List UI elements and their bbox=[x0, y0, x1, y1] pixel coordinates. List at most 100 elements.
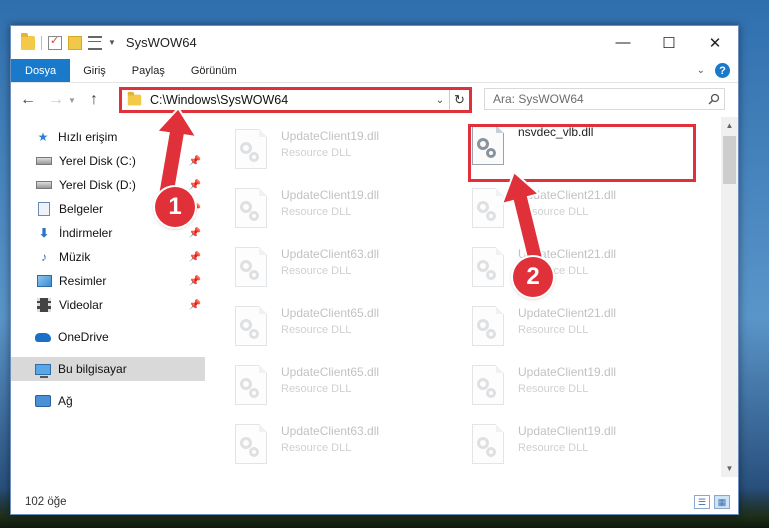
refresh-button[interactable]: ↻ bbox=[449, 90, 469, 110]
file-item[interactable]: UpdateClient19.dll Resource DLL bbox=[225, 123, 445, 181]
file-type: Resource DLL bbox=[281, 147, 352, 159]
dll-file-icon bbox=[235, 129, 267, 169]
sidebar-item-label: Yerel Disk (D:) bbox=[59, 178, 136, 192]
new-folder-icon[interactable] bbox=[68, 35, 82, 50]
sidebar-item-label: Hızlı erişim bbox=[58, 130, 118, 144]
dll-file-icon bbox=[235, 188, 267, 228]
scroll-thumb[interactable] bbox=[723, 136, 736, 184]
pin-icon[interactable]: 📌 bbox=[189, 252, 201, 263]
star-icon: ★ bbox=[37, 130, 49, 144]
file-type: Resource DLL bbox=[281, 383, 352, 395]
disk-icon bbox=[36, 154, 52, 168]
folder-icon bbox=[21, 32, 35, 50]
search-input[interactable]: Ara: SysWOW64 bbox=[485, 92, 704, 106]
sidebar-item-label: Yerel Disk (C:) bbox=[59, 154, 136, 168]
onedrive-icon bbox=[35, 330, 51, 344]
file-name: UpdateClient19.dll bbox=[281, 129, 380, 143]
search-icon[interactable] bbox=[704, 93, 724, 105]
file-type: Resource DLL bbox=[281, 324, 352, 336]
tiles-view-icon[interactable]: ▦ bbox=[714, 495, 730, 509]
dll-file-icon bbox=[472, 306, 504, 346]
sidebar-item-this-pc[interactable]: Bu bilgisayar bbox=[11, 357, 205, 381]
vertical-scrollbar[interactable]: ▲ ▼ bbox=[721, 117, 738, 477]
sidebar-item-label: Bu bilgisayar bbox=[58, 362, 127, 376]
dll-file-icon bbox=[235, 306, 267, 346]
quick-access-toolbar: ▼ bbox=[11, 32, 116, 50]
dll-file-icon bbox=[472, 424, 504, 464]
file-name: UpdateClient19.dll bbox=[518, 365, 617, 379]
toolbar-divider bbox=[41, 35, 42, 50]
tab-view[interactable]: Görünüm bbox=[178, 59, 250, 82]
file-item[interactable]: UpdateClient63.dll Resource DLL bbox=[225, 418, 445, 476]
scroll-up-icon[interactable]: ▲ bbox=[721, 117, 738, 134]
file-item[interactable]: UpdateClient21.dll Resource DLL bbox=[462, 300, 682, 358]
file-item[interactable]: UpdateClient21.dll Resource DLL bbox=[462, 241, 682, 299]
file-item[interactable]: UpdateClient19.dll Resource DLL bbox=[462, 359, 682, 417]
tab-home[interactable]: Giriş bbox=[70, 59, 119, 82]
sidebar-item-label: Belgeler bbox=[59, 202, 104, 216]
scroll-down-icon[interactable]: ▼ bbox=[721, 460, 738, 477]
sidebar-item-label: Videolar bbox=[59, 298, 103, 312]
view-options-icon[interactable] bbox=[88, 35, 102, 50]
file-type: Resource DLL bbox=[518, 442, 589, 454]
dll-file-icon bbox=[472, 365, 504, 405]
status-bar: 102 öğe ☰ ▦ bbox=[11, 490, 738, 514]
pin-icon[interactable]: 📌 bbox=[189, 276, 201, 287]
sidebar-item-network[interactable]: Ağ bbox=[11, 389, 205, 413]
help-icon[interactable]: ? bbox=[715, 63, 730, 78]
title-bar: ▼ SysWOW64 — ☐ ✕ bbox=[11, 26, 738, 59]
file-type: Resource DLL bbox=[518, 324, 589, 336]
file-type: Resource DLL bbox=[281, 206, 352, 218]
sidebar-item-label: İndirmeler bbox=[59, 226, 113, 240]
file-item[interactable]: UpdateClient19.dll Resource DLL bbox=[462, 418, 682, 476]
window-controls: — ☐ ✕ bbox=[600, 26, 738, 59]
music-icon: ♪ bbox=[41, 250, 47, 264]
details-view-icon[interactable]: ☰ bbox=[694, 495, 710, 509]
computer-icon bbox=[35, 362, 51, 378]
close-button[interactable]: ✕ bbox=[692, 26, 738, 59]
back-button[interactable]: ← bbox=[17, 91, 39, 109]
view-toggle-group: ☰ ▦ bbox=[694, 495, 738, 509]
expand-ribbon-chevron-icon[interactable]: ⌄ bbox=[697, 65, 705, 76]
file-name: UpdateClient19.dll bbox=[281, 188, 380, 202]
dll-file-icon bbox=[235, 247, 267, 287]
file-name: UpdateClient21.dll bbox=[518, 306, 617, 320]
window-title: SysWOW64 bbox=[125, 35, 197, 50]
ribbon-tabs: Dosya Giriş Paylaş Görünüm ⌄ ? bbox=[11, 59, 738, 83]
item-count: 102 öğe bbox=[25, 496, 67, 508]
tab-file[interactable]: Dosya bbox=[11, 59, 71, 82]
minimize-button[interactable]: — bbox=[600, 26, 646, 59]
file-item[interactable]: UpdateClient65.dll Resource DLL bbox=[225, 359, 445, 417]
document-icon bbox=[36, 202, 52, 216]
sidebar-item-onedrive[interactable]: OneDrive bbox=[11, 325, 205, 349]
pin-icon[interactable]: 📌 bbox=[189, 228, 201, 239]
sidebar-item-label: Resimler bbox=[59, 274, 107, 288]
file-item[interactable]: UpdateClient65.dll Resource DLL bbox=[225, 300, 445, 358]
maximize-button[interactable]: ☐ bbox=[646, 26, 692, 59]
folder-icon bbox=[127, 91, 142, 106]
disk-icon bbox=[36, 178, 52, 192]
sidebar-item-videos[interactable]: Videolar 📌 bbox=[11, 293, 205, 317]
properties-icon[interactable] bbox=[48, 34, 62, 50]
file-type: Resource DLL bbox=[518, 383, 589, 395]
tab-share[interactable]: Paylaş bbox=[119, 59, 178, 82]
file-item[interactable]: UpdateClient21.dll Resource DLL bbox=[462, 182, 682, 240]
up-button[interactable]: ↑ bbox=[83, 91, 105, 109]
file-type: Resource DLL bbox=[281, 265, 352, 277]
sidebar-item-pictures[interactable]: Resimler 📌 bbox=[11, 269, 205, 293]
pin-icon[interactable]: 📌 bbox=[189, 300, 201, 311]
recent-locations-chevron-icon[interactable]: ▼ bbox=[67, 96, 77, 105]
sidebar-item-music[interactable]: ♪ Müzik 📌 bbox=[11, 245, 205, 269]
search-box[interactable]: Ara: SysWOW64 bbox=[484, 88, 725, 110]
step-callout-2: 2 bbox=[513, 257, 553, 297]
file-item[interactable]: UpdateClient19.dll Resource DLL bbox=[225, 182, 445, 240]
ribbon-right-controls: ⌄ ? bbox=[697, 59, 738, 82]
arrow-annotation-2 bbox=[500, 170, 545, 264]
forward-button[interactable]: → bbox=[45, 91, 67, 109]
sidebar-item-label: Ağ bbox=[58, 394, 73, 408]
address-path[interactable]: C:\Windows\SysWOW64 bbox=[150, 93, 431, 107]
address-history-chevron-icon[interactable]: ⌄ bbox=[431, 95, 449, 106]
file-name: UpdateClient63.dll bbox=[281, 424, 380, 438]
file-item[interactable]: UpdateClient63.dll Resource DLL bbox=[225, 241, 445, 299]
customize-toolbar-chevron-icon[interactable]: ▼ bbox=[108, 38, 116, 47]
